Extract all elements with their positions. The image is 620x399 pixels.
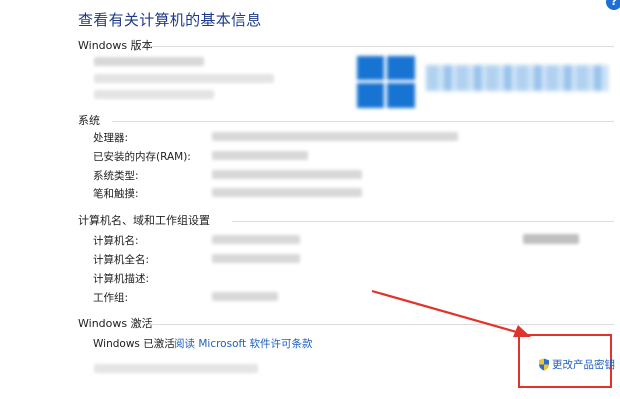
computer-description-label: 计算机描述:	[93, 273, 150, 285]
pen-touch-value-redacted	[212, 188, 362, 197]
workgroup-label: 工作组:	[93, 292, 129, 304]
windows-logo-icon	[357, 56, 415, 108]
system-type-value-redacted	[212, 170, 362, 179]
processor-value-redacted	[212, 132, 458, 141]
section-activation: Windows 激活	[78, 317, 153, 330]
section-computer-name: 计算机名、域和工作组设置	[78, 214, 210, 227]
license-terms-link[interactable]: 阅读 Microsoft 软件许可条款	[174, 336, 312, 351]
computer-name-value-redacted	[212, 235, 300, 244]
ram-label: 已安装的内存(RAM):	[93, 151, 191, 163]
activation-status: Windows 已激活	[93, 338, 175, 350]
copyright-redacted	[94, 74, 274, 83]
change-product-key-button[interactable]: 更改产品密钥	[538, 357, 615, 372]
computer-name-label: 计算机名:	[93, 235, 139, 247]
workgroup-value-redacted	[212, 292, 278, 301]
uac-shield-icon	[539, 358, 549, 371]
system-type-label: 系统类型:	[93, 170, 139, 182]
section-system: 系统	[78, 114, 100, 127]
section-divider	[112, 121, 614, 122]
windows-wordmark-redacted	[426, 65, 608, 91]
change-product-key-label: 更改产品密钥	[552, 359, 615, 371]
rights-redacted	[94, 90, 214, 99]
help-icon[interactable]: ?	[606, 0, 620, 10]
processor-label: 处理器:	[93, 132, 129, 144]
full-computer-name-label: 计算机全名:	[93, 254, 150, 266]
product-id-redacted	[94, 364, 258, 373]
page-title: 查看有关计算机的基本信息	[78, 11, 262, 29]
change-settings-link-redacted[interactable]	[523, 234, 579, 244]
ram-value-redacted	[212, 151, 308, 160]
full-computer-name-value-redacted	[212, 254, 300, 263]
section-windows-edition: Windows 版本	[78, 39, 153, 52]
section-divider	[148, 46, 614, 47]
section-divider	[148, 324, 614, 325]
section-divider	[232, 221, 614, 222]
pen-touch-label: 笔和触摸:	[93, 188, 139, 200]
edition-name-redacted	[94, 57, 204, 66]
